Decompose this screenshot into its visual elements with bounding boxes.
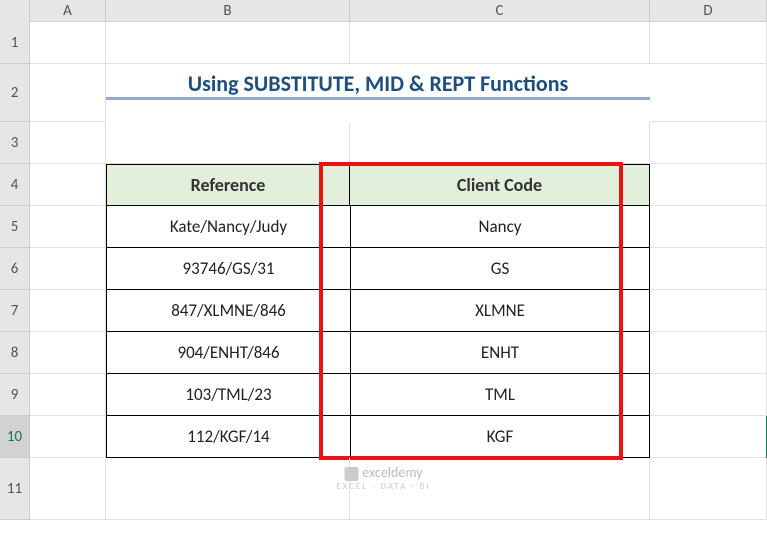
cell-d4[interactable] <box>650 164 767 206</box>
watermark: exceldemy EXCEL · DATA · BI <box>0 464 767 492</box>
watermark-logo-icon <box>344 467 358 481</box>
row-header-10[interactable]: 10 <box>0 416 30 458</box>
select-all-corner[interactable] <box>0 0 30 22</box>
col-header-b[interactable]: B <box>106 0 350 21</box>
cell-b1[interactable] <box>106 22 350 64</box>
row-header-2[interactable]: 2 <box>0 64 30 122</box>
cell-c1[interactable] <box>350 22 650 64</box>
cell-a7[interactable] <box>30 290 106 332</box>
row-header-7[interactable]: 7 <box>0 290 30 332</box>
watermark-text: exceldemy <box>362 464 422 481</box>
title-underline <box>106 97 650 100</box>
cell-d8[interactable] <box>650 332 767 374</box>
cell-b7[interactable]: 847/XLMNE/846 <box>106 290 350 332</box>
row-header-3[interactable]: 3 <box>0 122 30 164</box>
column-header-row: A B C D <box>0 0 767 22</box>
cell-d10[interactable] <box>650 416 767 458</box>
row-header-9[interactable]: 9 <box>0 374 30 416</box>
cell-d9[interactable] <box>650 374 767 416</box>
cell-d7[interactable] <box>650 290 767 332</box>
table-header-clientcode[interactable]: Client Code <box>350 164 650 206</box>
cell-c6[interactable]: GS <box>350 248 650 290</box>
cell-a1[interactable] <box>30 22 106 64</box>
cell-c11[interactable]: exceldemy EXCEL · DATA · BI <box>350 458 650 520</box>
cell-d1[interactable] <box>650 22 767 64</box>
cell-b3[interactable] <box>106 122 350 164</box>
row-header-6[interactable]: 6 <box>0 248 30 290</box>
cell-b10[interactable]: 112/KGF/14 <box>106 416 350 458</box>
cell-c5[interactable]: Nancy <box>350 206 650 248</box>
cell-b8[interactable]: 904/ENHT/846 <box>106 332 350 374</box>
cell-a5[interactable] <box>30 206 106 248</box>
table-body: 5 Kate/Nancy/Judy Nancy 6 93746/GS/31 GS… <box>0 206 767 458</box>
col-header-a[interactable]: A <box>30 0 106 21</box>
cell-b5[interactable]: Kate/Nancy/Judy <box>106 206 350 248</box>
row-header-4[interactable]: 4 <box>0 164 30 206</box>
cell-c9[interactable]: TML <box>350 374 650 416</box>
watermark-subtitle: EXCEL · DATA · BI <box>0 481 767 492</box>
cell-a10[interactable] <box>30 416 106 458</box>
cell-a6[interactable] <box>30 248 106 290</box>
table-header-reference[interactable]: Reference <box>106 164 350 206</box>
col-header-c[interactable]: C <box>350 0 650 21</box>
cell-a4[interactable] <box>30 164 106 206</box>
cell-a9[interactable] <box>30 374 106 416</box>
cell-c3[interactable] <box>350 122 650 164</box>
cell-b6[interactable]: 93746/GS/31 <box>106 248 350 290</box>
cell-d5[interactable] <box>650 206 767 248</box>
col-header-d[interactable]: D <box>650 0 767 21</box>
cell-c10[interactable]: KGF <box>350 416 650 458</box>
cell-d3[interactable] <box>650 122 767 164</box>
row-header-8[interactable]: 8 <box>0 332 30 374</box>
title-cell[interactable]: Using SUBSTITUTE, MID & REPT Functions <box>106 64 650 122</box>
cell-c8[interactable]: ENHT <box>350 332 650 374</box>
cell-a8[interactable] <box>30 332 106 374</box>
row-header-5[interactable]: 5 <box>0 206 30 248</box>
cell-a3[interactable] <box>30 122 106 164</box>
cell-d2[interactable] <box>650 64 767 122</box>
cell-c7[interactable]: XLMNE <box>350 290 650 332</box>
cell-b9[interactable]: 103/TML/23 <box>106 374 350 416</box>
cell-d6[interactable] <box>650 248 767 290</box>
row-header-1[interactable]: 1 <box>0 22 30 64</box>
cell-a2[interactable] <box>30 64 106 122</box>
page-title: Using SUBSTITUTE, MID & REPT Functions <box>188 70 569 97</box>
